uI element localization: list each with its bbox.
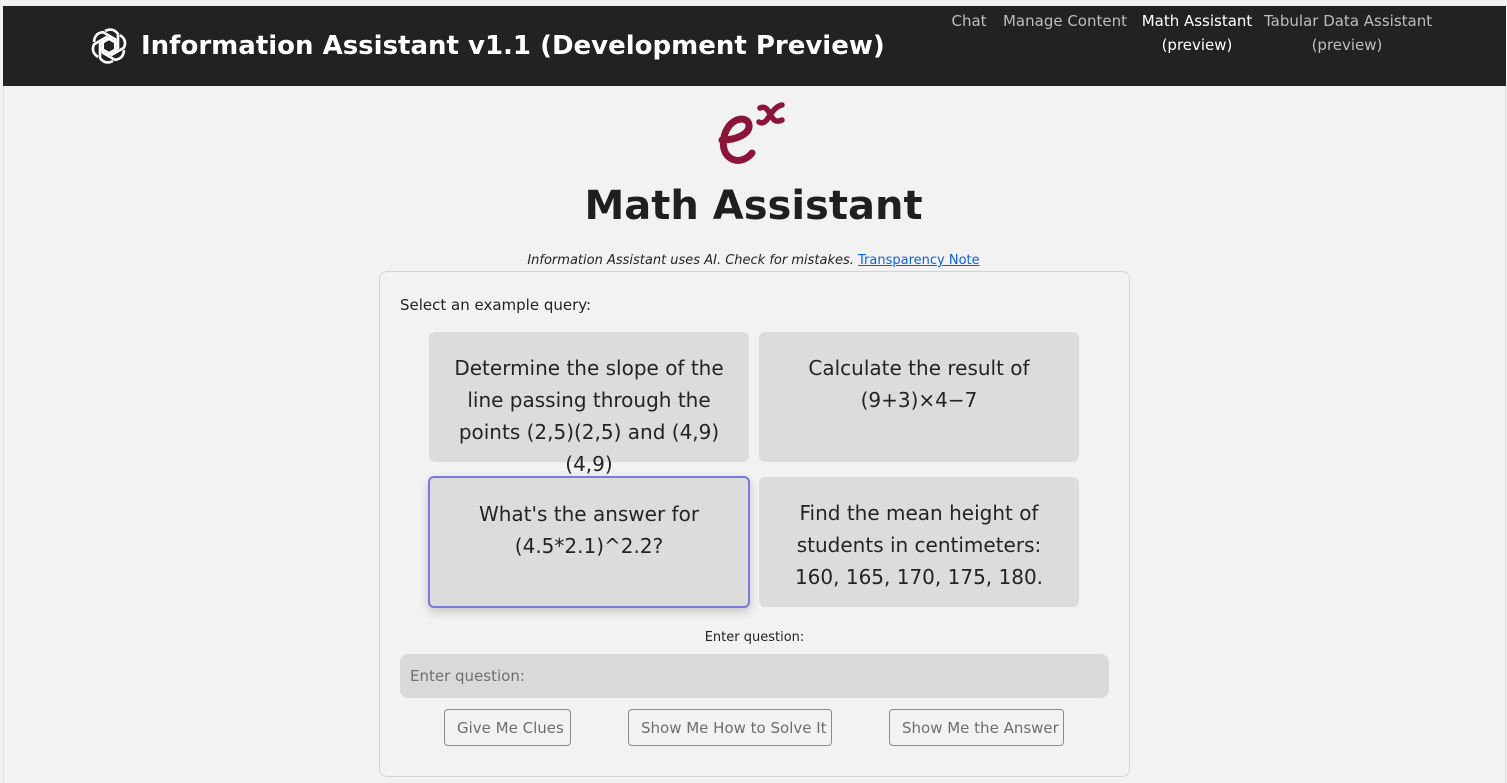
nav-manage-content[interactable]: Manage Content bbox=[1001, 9, 1129, 33]
main-nav: Chat Manage Content Math Assistant (prev… bbox=[3, 9, 1506, 79]
example-query-power[interactable]: What's the answer for (4.5*2.1)^2.2? bbox=[428, 476, 750, 608]
example-query-text: Calculate the result of (9+3)×4−7 bbox=[808, 356, 1030, 412]
transparency-note-link[interactable]: Transparency Note bbox=[858, 253, 980, 268]
exponent-e-x-icon bbox=[716, 96, 792, 166]
nav-chat-label: Chat bbox=[951, 12, 987, 30]
example-query-text: What's the answer for (4.5*2.1)^2.2? bbox=[478, 502, 700, 558]
math-query-panel: Select an example query: Determine the s… bbox=[379, 271, 1130, 777]
disclaimer-text: Information Assistant uses AI. Check for… bbox=[527, 253, 854, 268]
show-answer-button[interactable]: Show Me the Answer bbox=[889, 709, 1064, 746]
nav-tabular-label: Tabular Data Assistant bbox=[1264, 12, 1433, 30]
example-query-slope[interactable]: Determine the slope of the line passing … bbox=[429, 332, 749, 476]
nav-math-assistant[interactable]: Math Assistant (preview) bbox=[1141, 9, 1253, 57]
nav-tabular-data-assistant[interactable]: Tabular Data Assistant (preview) bbox=[1264, 9, 1433, 57]
nav-chat[interactable]: Chat bbox=[949, 9, 989, 33]
example-query-label: Select an example query: bbox=[400, 296, 592, 314]
nav-math-assistant-label: Math Assistant bbox=[1141, 12, 1253, 30]
example-query-text: Determine the slope of the line passing … bbox=[454, 356, 724, 476]
question-label: Enter question: bbox=[704, 630, 805, 645]
ai-disclaimer: Information Assistant uses AI. Check for… bbox=[0, 253, 1507, 268]
question-input[interactable] bbox=[400, 654, 1109, 698]
example-query-mean-height[interactable]: Find the mean height of students in cent… bbox=[759, 477, 1079, 607]
show-how-to-solve-button[interactable]: Show Me How to Solve It bbox=[628, 709, 832, 746]
app-header: Information Assistant v1.1 (Development … bbox=[3, 6, 1506, 86]
example-query-text: Find the mean height of students in cent… bbox=[794, 501, 1044, 589]
nav-manage-content-label: Manage Content bbox=[1002, 12, 1127, 30]
give-me-clues-button[interactable]: Give Me Clues bbox=[444, 709, 571, 746]
nav-math-assistant-sublabel: (preview) bbox=[1161, 36, 1233, 54]
nav-tabular-sublabel: (preview) bbox=[1311, 36, 1383, 54]
page-title: Math Assistant bbox=[584, 183, 923, 229]
example-query-calculate[interactable]: Calculate the result of (9+3)×4−7 bbox=[759, 332, 1079, 462]
